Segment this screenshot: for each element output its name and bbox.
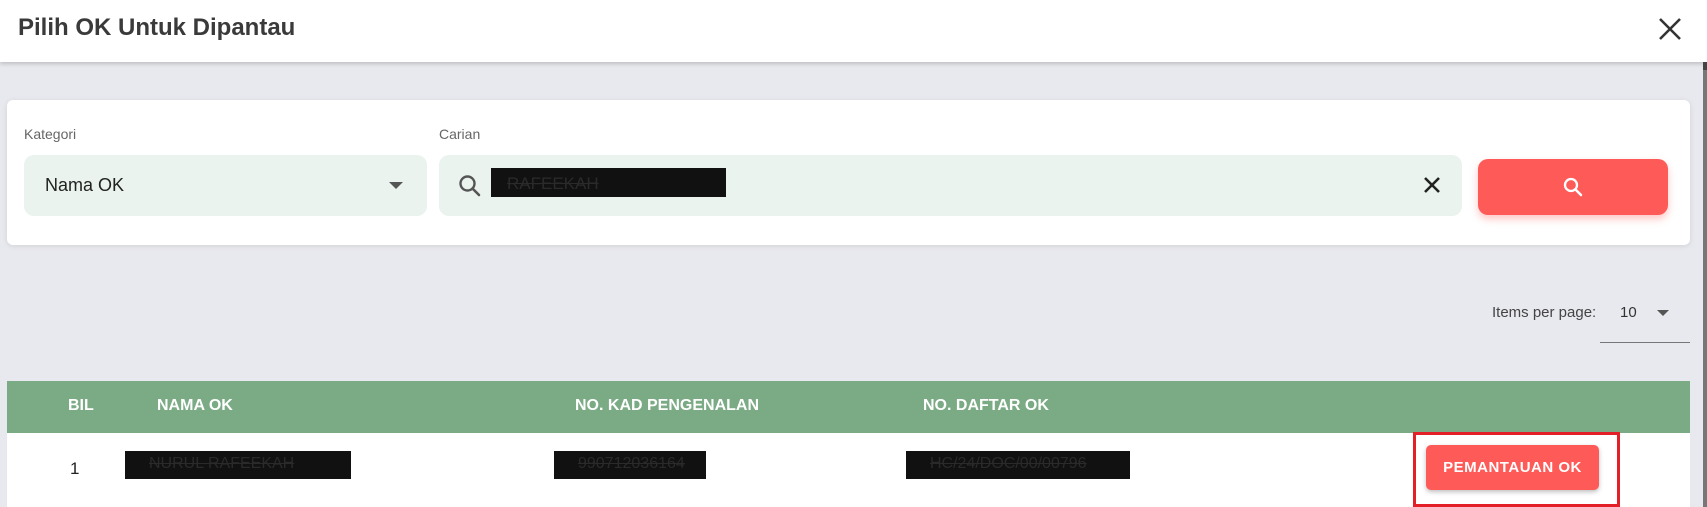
row-no-kad-redacted: 990712036164 bbox=[554, 451, 706, 479]
category-value: Nama OK bbox=[45, 175, 125, 195]
chevron-down-icon bbox=[389, 182, 403, 189]
search-button[interactable] bbox=[1478, 159, 1668, 215]
row-no-daftar-redacted: HC/24/DOC/00/00796 bbox=[906, 451, 1130, 479]
row-bil: 1 bbox=[70, 459, 80, 478]
table-row: 1 NURUL RAFEEKAH 990712036164 HC/24/DOC/… bbox=[7, 432, 1690, 507]
row-no-kad: 990712036164 bbox=[578, 455, 685, 472]
results-table: BIL NAMA OK NO. KAD PENGENALAN NO. DAFTA… bbox=[7, 381, 1690, 507]
search-value-redacted: RAFEEKAH bbox=[491, 168, 726, 197]
close-icon bbox=[1659, 18, 1681, 40]
search-card: Kategori Nama OK Carian RAFEEKAH bbox=[7, 100, 1690, 245]
category-label: Kategori bbox=[24, 126, 77, 142]
pemantauan-ok-button[interactable]: PEMANTAUAN OK bbox=[1426, 445, 1599, 490]
column-header-bil: BIL bbox=[68, 397, 94, 414]
clear-icon[interactable] bbox=[1420, 173, 1444, 197]
dialog-title: Pilih OK Untuk Dipantau bbox=[18, 14, 296, 41]
close-button[interactable] bbox=[1653, 12, 1687, 46]
items-per-page-value: 10 bbox=[1620, 304, 1637, 321]
items-per-page-select[interactable]: 10 bbox=[1600, 290, 1690, 343]
column-header-no-kad: NO. KAD PENGENALAN bbox=[575, 397, 760, 414]
chevron-down-icon bbox=[1657, 310, 1669, 316]
search-icon bbox=[1563, 177, 1583, 197]
row-no-daftar: HC/24/DOC/00/00796 bbox=[930, 455, 1087, 472]
dialog-header: Pilih OK Untuk Dipantau bbox=[0, 0, 1707, 62]
category-select[interactable]: Nama OK bbox=[24, 155, 427, 216]
row-nama-ok: NURUL RAFEEKAH bbox=[149, 455, 295, 472]
table-header: BIL NAMA OK NO. KAD PENGENALAN NO. DAFTA… bbox=[7, 381, 1690, 433]
search-icon bbox=[459, 175, 481, 197]
search-value: RAFEEKAH bbox=[507, 174, 599, 193]
search-label: Carian bbox=[439, 126, 481, 142]
items-per-page-label: Items per page: bbox=[1492, 304, 1597, 321]
search-input[interactable]: RAFEEKAH bbox=[439, 155, 1462, 216]
column-header-nama-ok: NAMA OK bbox=[157, 397, 233, 414]
scrollbar[interactable] bbox=[1703, 62, 1707, 507]
row-nama-ok-redacted: NURUL RAFEEKAH bbox=[125, 451, 351, 479]
column-header-no-daftar: NO. DAFTAR OK bbox=[923, 397, 1049, 414]
